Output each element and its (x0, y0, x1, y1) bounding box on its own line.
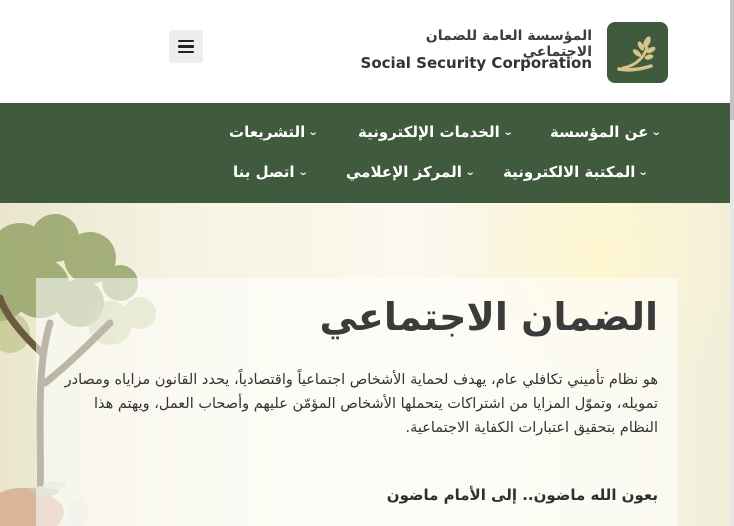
chevron-down-icon: ⌄ (464, 166, 476, 178)
brand-name-english[interactable]: Social Security Corporation (330, 54, 592, 72)
nav-item-legislation[interactable]: ⌄ التشريعات (229, 123, 319, 141)
hamburger-menu-icon[interactable] (169, 30, 203, 63)
nav-item-label: عن المؤسسة (550, 123, 649, 141)
chevron-down-icon: ⌄ (297, 166, 309, 178)
menu-bar (178, 39, 194, 43)
nav-item-about[interactable]: ⌄ عن المؤسسة (550, 123, 662, 141)
menu-bar (178, 50, 194, 54)
nav-item-label: اتصل بنا (233, 163, 295, 181)
chevron-down-icon: ⌄ (638, 166, 650, 178)
scrollbar-thumb[interactable] (730, 0, 734, 120)
hero-motto: بعون الله ماضون.. إلى الأمام ماضون (386, 486, 658, 504)
site-header: المؤسسة العامة للضمان الاجتماعي Social S… (0, 0, 734, 103)
chevron-down-icon: ⌄ (502, 126, 514, 138)
chevron-down-icon: ⌄ (308, 126, 319, 138)
hero-banner (0, 203, 730, 526)
header-top-strip (0, 0, 730, 4)
nav-item-label: المركز الإعلامي (346, 163, 462, 181)
main-navigation: ⌄ عن المؤسسة ⌄ الخدمات الإلكترونية ⌄ الت… (0, 103, 730, 203)
chevron-down-icon: ⌄ (651, 126, 662, 138)
hero-title: الضمان الاجتماعي (319, 295, 658, 339)
menu-bar (178, 45, 194, 48)
nav-item-contact[interactable]: ⌄ اتصل بنا (233, 163, 309, 181)
wheat-logo-icon[interactable] (607, 22, 668, 83)
nav-item-label: التشريعات (229, 123, 306, 141)
nav-item-label: المكتبة الالكترونية (503, 163, 636, 181)
nav-item-media-center[interactable]: ⌄ المركز الإعلامي (346, 163, 476, 181)
nav-item-e-services[interactable]: ⌄ الخدمات الإلكترونية (358, 123, 514, 141)
hero-paragraph: هو نظام تأميني تكافلي عام، يهدف لحماية ا… (64, 372, 658, 436)
nav-item-e-library[interactable]: ⌄ المكتبة الالكترونية (503, 163, 650, 181)
nav-item-label: الخدمات الإلكترونية (358, 123, 500, 141)
